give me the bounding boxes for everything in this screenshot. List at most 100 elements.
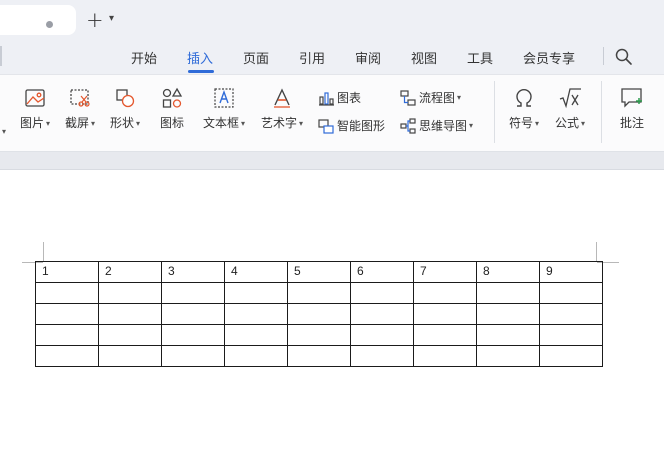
table-cell[interactable] [539, 282, 603, 304]
mindmap-button[interactable]: 思维导图 ▾ [400, 117, 473, 134]
table-cell[interactable] [224, 324, 288, 346]
comment-label: 批注 [619, 116, 644, 130]
table-cell[interactable] [350, 324, 414, 346]
mindmap-label: 思维导图 [419, 119, 468, 133]
screenshot-button[interactable]: 截屏 ▾ [61, 87, 99, 131]
table-cell[interactable] [161, 324, 225, 346]
table-cell[interactable] [476, 324, 540, 346]
menu-references[interactable]: 引用 [299, 48, 325, 67]
tab-bar: + ▾ [0, 0, 664, 40]
symbol-button[interactable]: 符号 ▾ [504, 87, 544, 131]
table-cell[interactable] [161, 282, 225, 304]
table-row [35, 324, 603, 346]
table-cell[interactable] [224, 282, 288, 304]
table-cell[interactable]: 1 [35, 261, 99, 283]
table-cell[interactable] [98, 345, 162, 367]
formula-label: 公式 ▾ [554, 116, 586, 130]
omega-icon [516, 88, 532, 107]
table-cell[interactable]: 8 [476, 261, 540, 283]
textbox-icon [214, 88, 234, 108]
table-cell[interactable] [350, 282, 414, 304]
menu-home[interactable]: 开始 [131, 48, 157, 67]
menu-left-divider [0, 46, 2, 66]
comment-button[interactable]: 批注 [614, 87, 650, 131]
menu-review[interactable]: 审阅 [355, 48, 381, 67]
textbox-button[interactable]: 文本框 ▾ [199, 87, 249, 131]
insert-ribbon: ▾ 图片 ▾ 截屏 ▾ 形状 ▾ 图标 文本框 ▾ 艺术字 ▾ 图表 智能图形 … [0, 74, 664, 152]
icons-icon [162, 87, 183, 108]
table-cell[interactable]: 7 [413, 261, 477, 283]
screenshot-label: 截屏 ▾ [64, 116, 96, 130]
table-cell[interactable] [35, 282, 99, 304]
menu-membership[interactable]: 会员专享 [523, 48, 575, 67]
table-cell[interactable] [35, 303, 99, 325]
hidden-item-caret[interactable]: ▾ [0, 120, 6, 139]
search-icon[interactable] [614, 47, 634, 67]
flowchart-icon [400, 89, 416, 106]
new-tab-button[interactable]: + [86, 9, 104, 31]
wordart-button[interactable]: 艺术字 ▾ [257, 87, 307, 131]
symbol-label: 符号 ▾ [508, 116, 540, 130]
table-cell[interactable] [413, 324, 477, 346]
document-table[interactable]: 123456789 [35, 261, 603, 367]
table-cell[interactable]: 9 [539, 261, 603, 283]
table-cell[interactable]: 2 [98, 261, 162, 283]
menu-insert[interactable]: 插入 [187, 48, 213, 67]
table-cell[interactable]: 5 [287, 261, 351, 283]
table-cell[interactable] [539, 345, 603, 367]
table-cell[interactable] [287, 282, 351, 304]
picture-icon [25, 89, 45, 107]
table-cell[interactable] [98, 324, 162, 346]
table-cell[interactable] [224, 303, 288, 325]
comment-icon [621, 88, 642, 108]
icon-library-label: 图标 [159, 116, 184, 130]
document-canvas[interactable]: 123456789 [0, 170, 664, 469]
table-cell[interactable] [539, 303, 603, 325]
table-cell[interactable] [350, 303, 414, 325]
mindmap-icon [400, 117, 416, 134]
shape-button[interactable]: 形状 ▾ [106, 87, 144, 131]
table-cell[interactable] [413, 282, 477, 304]
new-tab-dropdown-icon[interactable]: ▾ [109, 13, 114, 24]
table-cell[interactable] [161, 303, 225, 325]
table-cell[interactable] [476, 303, 540, 325]
table-cell[interactable] [287, 303, 351, 325]
table-cell[interactable] [350, 345, 414, 367]
menu-bar: 开始 插入 页面 引用 审阅 视图 工具 会员专享 [0, 40, 664, 74]
table-cell[interactable] [287, 345, 351, 367]
icon-library-button[interactable]: 图标 [155, 87, 189, 131]
table-cell[interactable] [224, 345, 288, 367]
chart-button[interactable]: 图表 [318, 89, 361, 106]
table-cell[interactable] [476, 345, 540, 367]
table-cell[interactable] [413, 345, 477, 367]
table-cell[interactable] [35, 324, 99, 346]
unsaved-dot-icon [46, 21, 53, 28]
table-cell[interactable]: 4 [224, 261, 288, 283]
table-row: 123456789 [35, 261, 603, 283]
wordart-icon [274, 88, 290, 108]
table-cell[interactable]: 3 [161, 261, 225, 283]
document-tab[interactable] [0, 5, 76, 35]
menu-page[interactable]: 页面 [243, 48, 269, 67]
table-cell[interactable] [413, 303, 477, 325]
wps-writer-window: + ▾ 开始 插入 页面 引用 审阅 视图 工具 会员专享 ▾ 图片 ▾ 截屏 … [0, 0, 664, 469]
table-cell[interactable] [161, 345, 225, 367]
picture-button[interactable]: 图片 ▾ [16, 87, 54, 131]
margin-mark-left [43, 242, 44, 262]
ruler-band [0, 152, 664, 170]
menu-view[interactable]: 视图 [411, 48, 437, 67]
table-cell[interactable] [539, 324, 603, 346]
table-row [35, 345, 603, 367]
flowchart-button[interactable]: 流程图 ▾ [400, 89, 461, 106]
ribbon-divider [494, 81, 495, 143]
table-cell[interactable]: 6 [350, 261, 414, 283]
menu-tools[interactable]: 工具 [467, 48, 493, 67]
formula-button[interactable]: 公式 ▾ [550, 87, 590, 131]
table-cell[interactable] [98, 282, 162, 304]
table-cell[interactable] [35, 345, 99, 367]
smart-graphic-button[interactable]: 智能图形 [318, 117, 385, 134]
table-cell[interactable] [98, 303, 162, 325]
table-cell[interactable] [287, 324, 351, 346]
table-cell[interactable] [476, 282, 540, 304]
ribbon-divider [601, 81, 602, 143]
